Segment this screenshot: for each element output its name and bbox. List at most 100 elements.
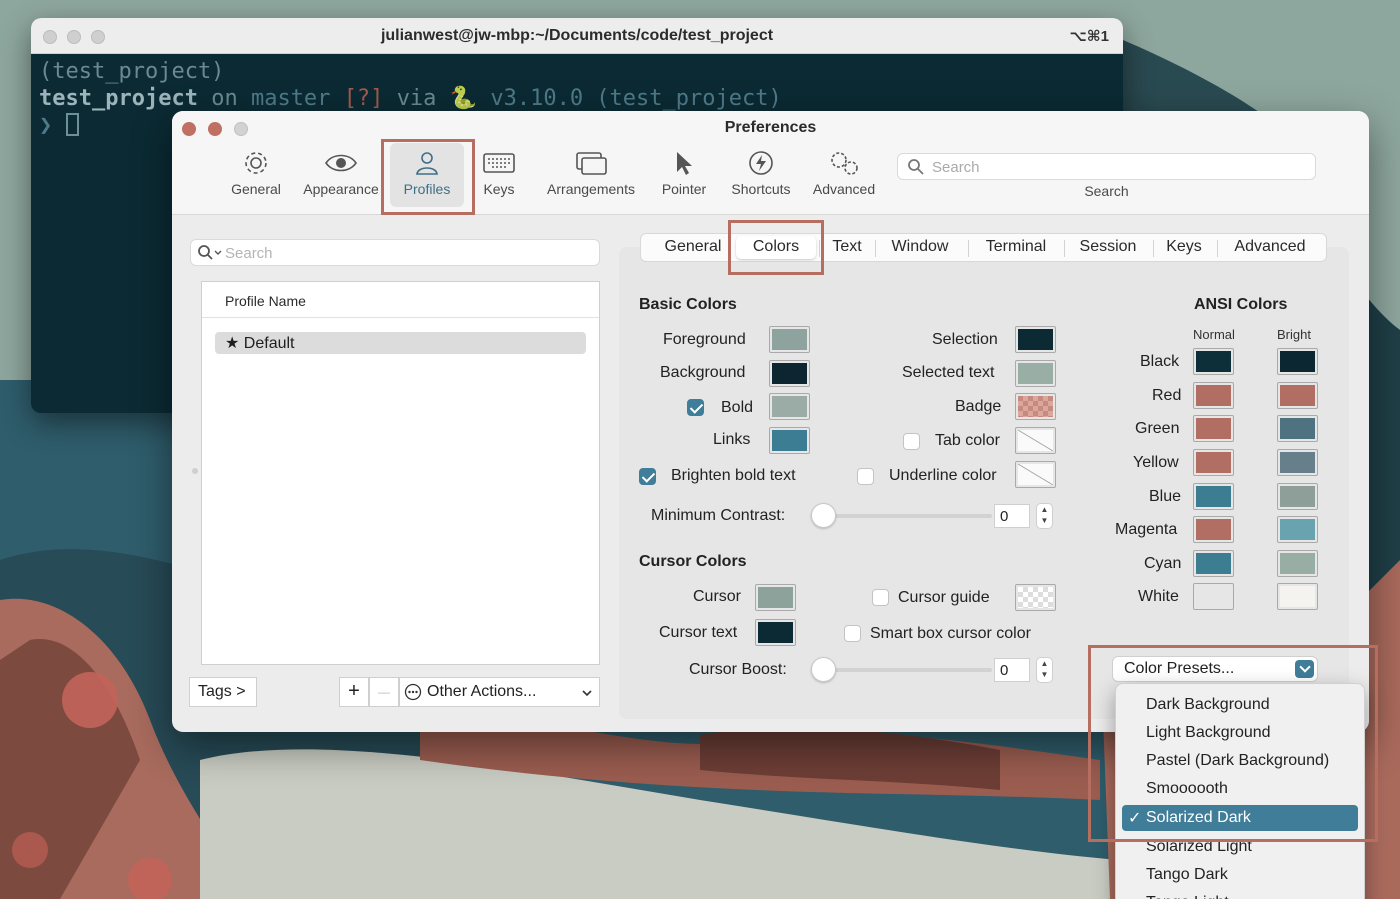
preset-tango-light[interactable]: Tango Light bbox=[1122, 890, 1358, 899]
cursor-boost-field[interactable]: 0 bbox=[994, 658, 1030, 682]
split-handle[interactable] bbox=[192, 468, 198, 474]
toolbar-label: Keys bbox=[483, 181, 515, 197]
profile-row-default[interactable]: ★ Default bbox=[215, 332, 586, 354]
prompt-via: via bbox=[396, 86, 437, 111]
tab-color-checkbox[interactable] bbox=[903, 433, 920, 450]
ansi-magenta-normal-swatch[interactable] bbox=[1193, 516, 1234, 543]
tab-keys[interactable]: Keys bbox=[1154, 238, 1214, 256]
toolbar-advanced[interactable]: Advanced bbox=[808, 143, 880, 207]
ansi-cyan-normal-swatch[interactable] bbox=[1193, 550, 1234, 577]
add-profile-button[interactable]: + bbox=[339, 677, 369, 707]
ansi-black-normal-swatch[interactable] bbox=[1193, 348, 1234, 375]
toolbar-arrangements[interactable]: Arrangements bbox=[540, 143, 642, 207]
toolbar-label: Shortcuts bbox=[731, 181, 791, 197]
selection-label: Selection bbox=[932, 331, 998, 348]
background-swatch[interactable] bbox=[769, 360, 810, 387]
other-actions-menu[interactable]: Other Actions... bbox=[399, 677, 600, 707]
toolbar-label: Arrangements bbox=[547, 181, 635, 197]
python-icon: 🐍 bbox=[449, 86, 478, 111]
cursor-boost-stepper[interactable]: ▲ ▼ bbox=[1036, 657, 1053, 683]
smart-box-checkbox[interactable] bbox=[844, 625, 861, 642]
preset-solarized-dark[interactable]: ✓ Solarized Dark bbox=[1122, 805, 1358, 831]
tab-color-swatch[interactable] bbox=[1015, 427, 1056, 454]
preset-smoooooth[interactable]: Smoooooth bbox=[1122, 776, 1358, 802]
badge-swatch[interactable] bbox=[1015, 393, 1056, 420]
selection-swatch[interactable] bbox=[1015, 326, 1056, 353]
cursor-boost-slider[interactable] bbox=[822, 668, 992, 672]
toolbar-general[interactable]: General bbox=[224, 143, 288, 207]
ansi-red-normal-swatch[interactable] bbox=[1193, 382, 1234, 409]
foreground-swatch[interactable] bbox=[769, 326, 810, 353]
minimum-contrast-slider[interactable] bbox=[822, 514, 992, 518]
tab-terminal[interactable]: Terminal bbox=[971, 238, 1061, 256]
cursor-text-swatch[interactable] bbox=[755, 619, 796, 646]
underline-color-checkbox[interactable] bbox=[857, 468, 874, 485]
badge-label: Badge bbox=[955, 398, 1002, 415]
ansi-white-bright-swatch[interactable] bbox=[1277, 583, 1318, 610]
terminal-titlebar[interactable]: julianwest@jw-mbp:~/Documents/code/test_… bbox=[31, 18, 1123, 54]
minimum-contrast-stepper[interactable]: ▲ ▼ bbox=[1036, 503, 1053, 529]
ansi-white-normal-swatch[interactable] bbox=[1193, 583, 1234, 610]
ansi-yellow-normal-swatch[interactable] bbox=[1193, 449, 1234, 476]
underline-color-swatch[interactable] bbox=[1015, 461, 1056, 488]
search-label: Search bbox=[1084, 183, 1129, 199]
bold-swatch[interactable] bbox=[769, 393, 810, 420]
ansi-black-bright-swatch[interactable] bbox=[1277, 348, 1318, 375]
color-presets-menu[interactable]: Dark Background Light Background Pastel … bbox=[1115, 683, 1365, 899]
cursor-boost-knob[interactable] bbox=[811, 657, 836, 682]
cursor-colors-heading: Cursor Colors bbox=[639, 553, 747, 570]
profile-list[interactable]: Profile Name ★ Default bbox=[201, 281, 600, 665]
tab-text[interactable]: Text bbox=[821, 238, 873, 256]
profile-search-input[interactable]: Search bbox=[190, 239, 600, 266]
brighten-bold-checkbox[interactable] bbox=[639, 468, 656, 485]
cursor-guide-swatch[interactable] bbox=[1015, 584, 1056, 611]
ansi-blue-label: Blue bbox=[1149, 488, 1182, 505]
toolbar-label: Appearance bbox=[303, 181, 379, 197]
toolbar-keys[interactable]: Keys bbox=[472, 143, 526, 207]
eye-icon bbox=[325, 154, 357, 172]
toolbar-search-input[interactable]: Search bbox=[897, 153, 1316, 180]
tab-colors[interactable]: Colors bbox=[740, 238, 812, 256]
column-header-profile-name[interactable]: Profile Name bbox=[202, 282, 599, 318]
ansi-green-bright-swatch[interactable] bbox=[1277, 415, 1318, 442]
preset-light-background[interactable]: Light Background bbox=[1122, 720, 1358, 746]
remove-profile-button[interactable]: — bbox=[369, 677, 399, 707]
toolbar-shortcuts[interactable]: Shortcuts bbox=[724, 143, 798, 207]
selected-text-swatch[interactable] bbox=[1015, 360, 1056, 387]
foreground-label: Foreground bbox=[663, 331, 746, 348]
ansi-blue-bright-swatch[interactable] bbox=[1277, 483, 1318, 510]
tab-general[interactable]: General bbox=[658, 238, 728, 256]
preset-tango-dark[interactable]: Tango Dark bbox=[1122, 862, 1358, 888]
toolbar-appearance[interactable]: Appearance bbox=[296, 143, 386, 207]
links-swatch[interactable] bbox=[769, 427, 810, 454]
cursor-guide-checkbox[interactable] bbox=[872, 589, 889, 606]
toolbar-pointer[interactable]: Pointer bbox=[656, 143, 712, 207]
ansi-green-normal-swatch[interactable] bbox=[1193, 415, 1234, 442]
cursor-swatch[interactable] bbox=[755, 584, 796, 611]
ansi-blue-normal-swatch[interactable] bbox=[1193, 483, 1234, 510]
color-presets-button[interactable]: Color Presets... bbox=[1112, 656, 1318, 682]
ansi-yellow-bright-swatch[interactable] bbox=[1277, 449, 1318, 476]
cursor-text-label: Cursor text bbox=[659, 624, 738, 641]
tags-button[interactable]: Tags > bbox=[189, 677, 257, 707]
minimum-contrast-field[interactable]: 0 bbox=[994, 504, 1030, 528]
prompt-on: on bbox=[211, 86, 238, 111]
toolbar-profiles[interactable]: Profiles bbox=[390, 143, 464, 207]
keyboard-icon bbox=[483, 153, 515, 173]
preset-solarized-light[interactable]: Solarized Light bbox=[1122, 834, 1358, 860]
minimum-contrast-knob[interactable] bbox=[811, 503, 836, 528]
preset-pastel-dark[interactable]: Pastel (Dark Background) bbox=[1122, 748, 1358, 774]
preset-dark-background[interactable]: Dark Background bbox=[1122, 692, 1358, 718]
bold-checkbox[interactable] bbox=[687, 399, 704, 416]
tab-advanced[interactable]: Advanced bbox=[1219, 238, 1321, 256]
search-placeholder: Search bbox=[225, 245, 273, 262]
preferences-window[interactable]: Preferences General Appearance Profiles … bbox=[172, 111, 1369, 732]
ansi-normal-header: Normal bbox=[1193, 327, 1235, 342]
ansi-red-bright-swatch[interactable] bbox=[1277, 382, 1318, 409]
terminal-shortcut: ⌥⌘1 bbox=[1069, 28, 1109, 45]
ansi-cyan-bright-swatch[interactable] bbox=[1277, 550, 1318, 577]
checkmark-icon: ✓ bbox=[1128, 810, 1142, 827]
ansi-magenta-bright-swatch[interactable] bbox=[1277, 516, 1318, 543]
tab-window[interactable]: Window bbox=[879, 238, 961, 256]
tab-session[interactable]: Session bbox=[1066, 238, 1150, 256]
